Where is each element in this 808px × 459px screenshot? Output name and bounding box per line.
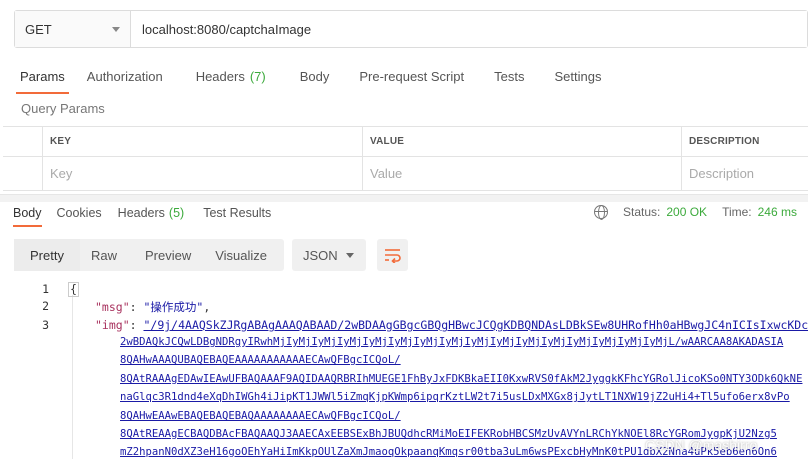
tab-label: Body <box>299 68 330 84</box>
column-header-description: DESCRIPTION <box>689 136 760 147</box>
json-line-msg: "msg": "操作成功", <box>95 300 211 314</box>
tab-label: Headers <box>195 68 245 84</box>
description-input[interactable]: Description <box>682 157 808 190</box>
line-number: 2 <box>42 299 49 313</box>
tab-label: Test Results <box>203 206 272 220</box>
tab-count: (5) <box>168 206 185 220</box>
query-params-title: Query Params <box>21 101 105 116</box>
key-input[interactable]: Key <box>43 157 363 190</box>
response-tab-body[interactable]: Body <box>13 202 42 227</box>
tab-label: Pre-request Script <box>359 68 465 84</box>
tab-label: Headers <box>117 206 165 220</box>
tab-body[interactable]: Body <box>300 58 346 94</box>
base64-line[interactable]: naGlqc3R1dnd4eXqDhIWGh4iJipKT1JWWl5iZmqK… <box>120 391 790 403</box>
column-header-key: KEY <box>43 127 363 156</box>
base64-line[interactable]: 8QAHwAAAQUBAQEBAQEAAAAAAAAAAAECAwQFBgcIC… <box>120 354 401 366</box>
raw-button[interactable]: Raw <box>80 239 130 271</box>
tab-authorization[interactable]: Authorization <box>87 58 179 94</box>
base64-line[interactable]: 8QAHwEAAwEBAQEBAQEBAQAAAAAAAAECAwQFBgcIC… <box>120 410 401 422</box>
format-select-label: JSON <box>303 247 338 263</box>
request-url-bar: GET localhost:8080/captchaImage <box>14 10 808 48</box>
tab-label: Settings <box>554 68 602 84</box>
method-select[interactable]: GET <box>15 11 131 47</box>
json-line-img: "img": "/9j/4AAQSkZJRgABAgAAAQABAAD/2wBD… <box>95 318 808 332</box>
tab-label: Cookies <box>56 206 102 220</box>
chevron-down-icon <box>112 26 120 32</box>
url-input[interactable]: localhost:8080/captchaImage <box>131 11 807 47</box>
preview-button[interactable]: Preview <box>130 239 204 271</box>
tab-label: Params <box>20 68 65 84</box>
base64-line[interactable]: 2wBDAQkJCQwLDBgNDRgyIRwhMjIyMjIyMjIyMjIy… <box>120 336 783 348</box>
tab-label: Tests <box>494 68 525 84</box>
wrap-lines-button[interactable] <box>377 239 408 271</box>
time-label: Time: <box>722 205 752 219</box>
checkbox-column <box>3 127 43 156</box>
tab-label: Body <box>13 206 42 220</box>
tab-tests[interactable]: Tests <box>494 58 540 94</box>
line-number: 1 <box>42 282 49 296</box>
wrap-lines-icon <box>384 249 401 263</box>
tab-count: (7) <box>249 68 266 84</box>
chevron-down-icon <box>346 252 354 258</box>
response-body-editor[interactable]: 1 2 3 { "msg": "操作成功", "img": "/9j/4AAQS… <box>0 280 808 459</box>
json-string: "操作成功" <box>143 300 204 314</box>
response-tab-cookies[interactable]: Cookies <box>57 202 102 224</box>
response-tab-test-results[interactable]: Test Results <box>203 202 271 224</box>
table-header-row: KEY VALUE DESCRIPTION <box>3 127 808 157</box>
indent-guide <box>72 295 73 459</box>
base64-line[interactable]: 8QAtRAAAgEDAwIEAwUFBAQAAAF9AQIDAAQRBRIhM… <box>120 373 802 385</box>
pretty-button[interactable]: Pretty <box>14 239 80 271</box>
tab-pre-request-script[interactable]: Pre-request Script <box>359 58 480 94</box>
status-label: Status: <box>623 205 661 219</box>
time-value: 246 ms <box>757 205 797 219</box>
json-key: "msg" <box>95 300 130 314</box>
response-status: Status: 200 OK Time: 246 ms S <box>594 205 808 220</box>
query-params-table: KEY VALUE DESCRIPTION Key Value Descript… <box>3 126 808 191</box>
method-label: GET <box>25 21 52 37</box>
tab-settings[interactable]: Settings <box>554 58 617 94</box>
status-value: 200 OK <box>666 205 708 219</box>
visualize-button[interactable]: Visualize <box>204 239 275 271</box>
json-key: "img" <box>95 318 130 332</box>
json-string: "/9j/4AAQSkZJRgABAgAAAQABAAD/2wBDAAgGBgc… <box>143 318 808 332</box>
json-open-brace: { <box>68 282 79 297</box>
response-tab-headers[interactable]: Headers (5) <box>118 202 185 224</box>
globe-icon[interactable] <box>594 205 608 220</box>
tab-params[interactable]: Params <box>12 58 73 94</box>
table-row: Key Value Description <box>3 157 808 191</box>
watermark: CSDN @mashirro <box>645 437 758 453</box>
format-toggle-group: Pretty Raw Preview Visualize <box>14 239 284 271</box>
line-number: 3 <box>42 318 49 332</box>
format-select[interactable]: JSON <box>292 239 366 271</box>
request-tabs: Params Authorization Headers (7) Body Pr… <box>0 58 808 94</box>
row-checkbox-cell <box>3 157 43 190</box>
tab-headers[interactable]: Headers (7) <box>196 58 282 94</box>
url-text: localhost:8080/captchaImage <box>142 21 312 37</box>
tab-label: Authorization <box>86 68 163 84</box>
pane-divider[interactable] <box>0 194 808 202</box>
column-header-value: VALUE <box>363 127 682 156</box>
value-input[interactable]: Value <box>363 157 682 190</box>
